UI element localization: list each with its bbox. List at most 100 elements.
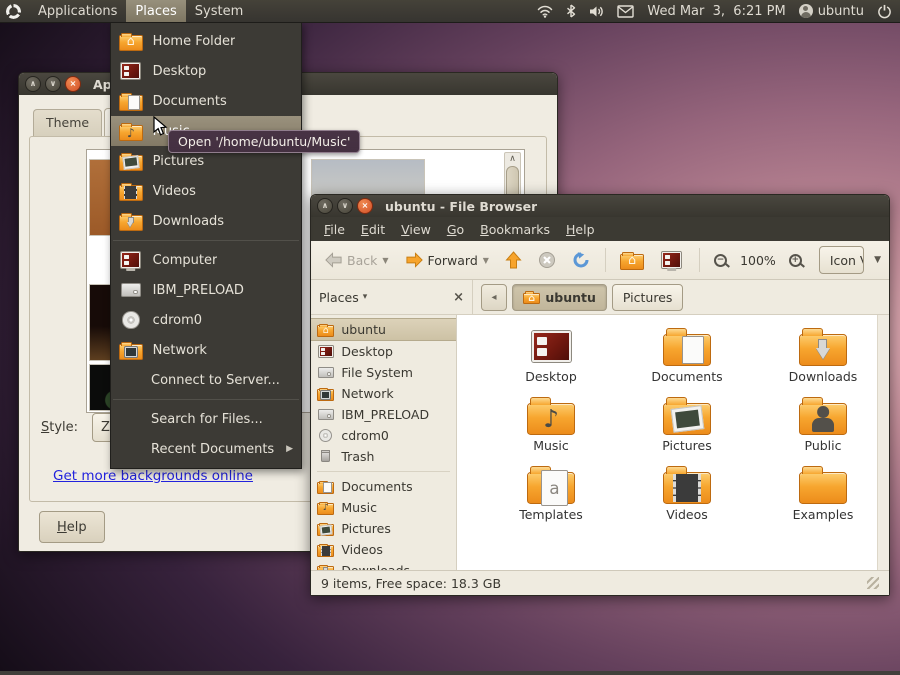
- get-more-backgrounds-link[interactable]: Get more backgrounds online: [53, 468, 253, 484]
- menu-places[interactable]: Places: [126, 0, 185, 22]
- zoom-level: 100%: [740, 253, 776, 268]
- places-menu-item-recent-documents[interactable]: Recent Documents▶: [111, 434, 301, 464]
- path-scroll-left-icon[interactable]: ◂: [481, 284, 507, 311]
- places-menu-item-ibm-preload[interactable]: IBM_PRELOAD: [111, 275, 301, 305]
- power-icon[interactable]: [877, 4, 892, 19]
- path-button-pictures[interactable]: Pictures: [612, 284, 684, 311]
- file-music[interactable]: ♪Music: [483, 396, 619, 462]
- drive-icon: [317, 365, 334, 379]
- minimize-icon[interactable]: ∨: [337, 198, 353, 214]
- home-button[interactable]: ⌂: [615, 247, 649, 272]
- zoom-out-button[interactable]: −: [709, 251, 732, 270]
- mail-icon[interactable]: [617, 5, 634, 18]
- close-icon[interactable]: ×: [357, 198, 373, 214]
- close-icon[interactable]: ×: [65, 76, 81, 92]
- places-menu-item-documents[interactable]: Documents: [111, 86, 301, 116]
- menu-system[interactable]: System: [186, 0, 252, 22]
- forward-button[interactable]: Forward▼: [400, 249, 494, 271]
- file-examples[interactable]: Examples: [755, 465, 889, 531]
- forward-arrow-icon: [405, 252, 424, 268]
- computer-icon: [119, 250, 143, 269]
- places-menu-item-desktop[interactable]: Desktop: [111, 56, 301, 86]
- sidebar-item-network[interactable]: Network: [311, 383, 456, 404]
- places-menu-item-connect-to-server[interactable]: Connect to Server...: [111, 365, 301, 395]
- folder-home-icon: ⌂: [523, 290, 540, 304]
- sidebar-item-pictures[interactable]: Pictures: [311, 518, 456, 539]
- places-menu-item-cdrom0[interactable]: cdrom0: [111, 305, 301, 335]
- scroll-up-icon[interactable]: ∧: [509, 153, 516, 165]
- file-label: Downloads: [789, 369, 858, 384]
- file-label: Examples: [793, 507, 854, 522]
- view-mode-dropdown[interactable]: Icon View ▼: [819, 246, 864, 274]
- desktop-icon: [317, 344, 334, 358]
- sidebar-item-cdrom0[interactable]: cdrom0: [311, 425, 456, 446]
- sidebar-item-videos[interactable]: Videos: [311, 539, 456, 560]
- file-browser-titlebar[interactable]: ∧ ∨ × ubuntu - File Browser: [311, 195, 889, 217]
- fb-menu-help[interactable]: Help: [559, 222, 602, 237]
- file-area-scrollbar[interactable]: [877, 315, 889, 570]
- sidebar-item-label: Documents: [341, 479, 412, 494]
- back-button[interactable]: Back▼: [319, 249, 394, 271]
- maximize-icon[interactable]: ∧: [25, 76, 41, 92]
- fb-menu-bookmarks[interactable]: Bookmarks: [473, 222, 557, 237]
- file-pictures[interactable]: Pictures: [619, 396, 755, 462]
- sidebar-item-documents[interactable]: Documents: [311, 476, 456, 497]
- clock[interactable]: Wed Mar 3, 6:21 PM: [647, 4, 785, 19]
- minimize-icon[interactable]: ∨: [45, 76, 61, 92]
- ubuntu-logo-icon[interactable]: [6, 4, 21, 19]
- fb-menu-view[interactable]: View: [394, 222, 438, 237]
- sidebar-item-trash[interactable]: Trash: [311, 446, 456, 467]
- fb-menu-edit[interactable]: Edit: [354, 222, 392, 237]
- places-menu-item-videos[interactable]: Videos: [111, 176, 301, 206]
- sidebar-item-downloads[interactable]: Downloads: [311, 560, 456, 570]
- file-videos[interactable]: Videos: [619, 465, 755, 531]
- sidebar-item-file-system[interactable]: File System: [311, 362, 456, 383]
- sidebar-header[interactable]: Places ▾ ×: [311, 280, 473, 314]
- file-desktop[interactable]: Desktop: [483, 327, 619, 393]
- reload-button[interactable]: [567, 248, 595, 272]
- file-templates[interactable]: aTemplates: [483, 465, 619, 531]
- bottom-panel[interactable]: [0, 671, 900, 675]
- file-public[interactable]: Public: [755, 396, 889, 462]
- places-menu-item-home-folder[interactable]: ⌂Home Folder: [111, 26, 301, 56]
- toolbar-overflow-icon[interactable]: ▼: [874, 255, 881, 265]
- sidebar-item-ubuntu[interactable]: ⌂ubuntu: [311, 318, 456, 341]
- zoom-in-button[interactable]: +: [784, 251, 807, 270]
- wifi-icon[interactable]: [537, 5, 553, 18]
- user-icon: [799, 4, 813, 18]
- maximize-icon[interactable]: ∧: [317, 198, 333, 214]
- sidebar-item-music[interactable]: ♪Music: [311, 497, 456, 518]
- volume-icon[interactable]: [589, 5, 604, 18]
- path-button-ubuntu[interactable]: ⌂ubuntu: [512, 284, 607, 311]
- menu-item-label: Downloads: [153, 214, 224, 229]
- places-menu-item-network[interactable]: Network: [111, 335, 301, 365]
- bluetooth-icon[interactable]: [566, 4, 576, 18]
- user-menu[interactable]: ubuntu: [799, 4, 864, 19]
- computer-button[interactable]: [655, 247, 689, 272]
- folder-home-icon: ⌂: [317, 322, 334, 336]
- up-button[interactable]: [500, 248, 527, 272]
- file-documents[interactable]: Documents: [619, 327, 755, 393]
- chevron-down-icon: ▾: [363, 292, 368, 302]
- help-button[interactable]: Help: [39, 511, 105, 543]
- stop-button[interactable]: [533, 248, 561, 272]
- places-menu-item-search-for-files[interactable]: Search for Files...: [111, 404, 301, 434]
- file-browser-title: ubuntu - File Browser: [385, 199, 537, 214]
- file-downloads[interactable]: Downloads: [755, 327, 889, 393]
- sidebar-item-desktop[interactable]: Desktop: [311, 341, 456, 362]
- menu-applications[interactable]: Applications: [29, 0, 126, 22]
- folder-videos-icon: [119, 181, 143, 200]
- places-menu-item-downloads[interactable]: Downloads: [111, 206, 301, 236]
- places-menu: ⌂Home FolderDesktopDocuments♪MusicPictur…: [110, 22, 302, 469]
- desktop: ∧ ∨ × Appearance Preferences Theme Backg…: [0, 0, 900, 675]
- places-menu-item-computer[interactable]: Computer: [111, 245, 301, 275]
- sidebar-item-label: Desktop: [341, 344, 393, 359]
- file-area[interactable]: DesktopDocuments Downloads ♪MusicPicturesP…: [457, 315, 889, 570]
- computer-icon: [660, 250, 684, 269]
- sidebar-close-icon[interactable]: ×: [453, 290, 464, 305]
- fb-menu-go[interactable]: Go: [440, 222, 471, 237]
- sidebar-item-ibm-preload[interactable]: IBM_PRELOAD: [311, 404, 456, 425]
- fb-menu-file[interactable]: File: [317, 222, 352, 237]
- resize-grip[interactable]: [867, 577, 879, 589]
- tab-theme[interactable]: Theme: [33, 109, 102, 137]
